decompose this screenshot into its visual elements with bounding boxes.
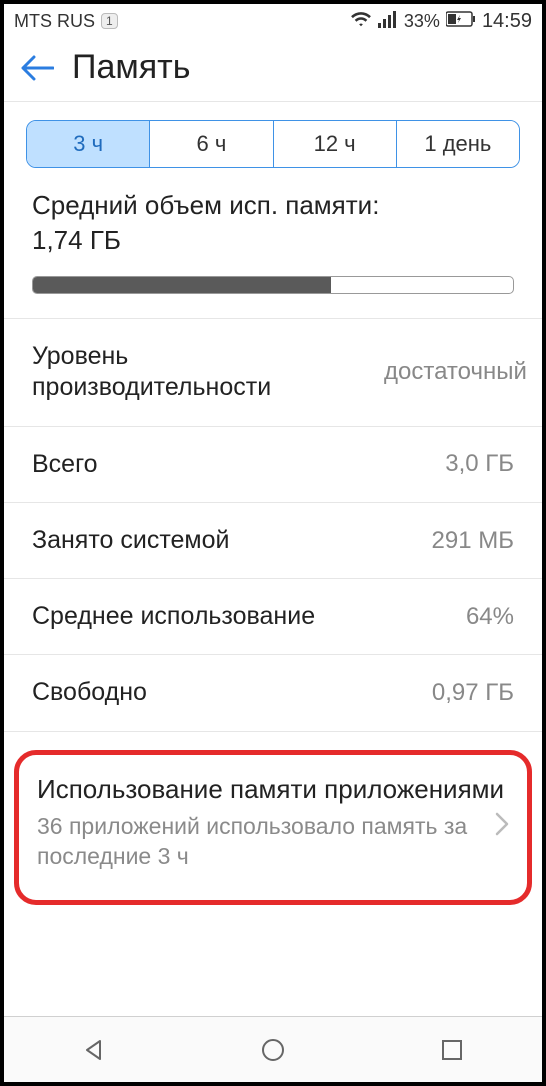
segment-3h[interactable]: 3 ч xyxy=(27,121,150,167)
row-free: Свободно 0,97 ГБ xyxy=(4,654,542,731)
row-value: достаточный xyxy=(384,357,514,387)
row-average: Среднее использование 64% xyxy=(4,578,542,654)
battery-icon xyxy=(446,11,476,32)
memory-summary: Средний объем исп. памяти: 1,74 ГБ xyxy=(4,182,542,304)
row-value: 64% xyxy=(466,602,514,632)
summary-label: Средний объем исп. памяти: xyxy=(32,190,379,220)
nav-home-button[interactable] xyxy=(253,1030,293,1070)
page-header: Память xyxy=(4,36,542,101)
sim-badge: 1 xyxy=(101,13,118,29)
wifi-icon xyxy=(350,10,372,33)
memory-usage-bar-fill xyxy=(33,277,331,293)
row-label: Свободно xyxy=(32,677,147,708)
carrier-label: MTS RUS xyxy=(14,11,95,32)
stats-list: Уровень производительности достаточный В… xyxy=(4,318,542,732)
row-label: Уровень производительности xyxy=(32,341,360,404)
row-value: 291 МБ xyxy=(432,526,514,556)
segment-6h[interactable]: 6 ч xyxy=(150,121,273,167)
chevron-right-icon xyxy=(495,811,509,843)
nav-recent-button[interactable] xyxy=(432,1030,472,1070)
row-performance: Уровень производительности достаточный xyxy=(4,318,542,426)
battery-percent: 33% xyxy=(404,11,440,32)
status-bar: MTS RUS 1 33% 14:59 xyxy=(4,4,542,36)
row-label: Занято системой xyxy=(32,525,229,556)
memory-usage-bar xyxy=(32,276,514,294)
app-memory-usage-subtitle: 36 приложений использовало память за пос… xyxy=(37,812,509,872)
row-system: Занято системой 291 МБ xyxy=(4,502,542,578)
segment-1d[interactable]: 1 день xyxy=(397,121,519,167)
row-total: Всего 3,0 ГБ xyxy=(4,426,542,502)
signal-icon xyxy=(378,10,398,33)
nav-back-button[interactable] xyxy=(74,1030,114,1070)
app-memory-usage-row[interactable]: Использование памяти приложениями 36 при… xyxy=(14,750,532,906)
segment-12h[interactable]: 12 ч xyxy=(274,121,397,167)
row-label: Всего xyxy=(32,449,98,480)
nav-bar xyxy=(4,1016,542,1082)
row-label: Среднее использование xyxy=(32,601,315,632)
time-range-segment: 3 ч 6 ч 12 ч 1 день xyxy=(26,120,520,168)
clock: 14:59 xyxy=(482,10,532,33)
app-memory-usage-title: Использование памяти приложениями xyxy=(37,773,509,807)
row-value: 3,0 ГБ xyxy=(445,449,514,479)
page-title: Память xyxy=(72,48,190,87)
summary-value: 1,74 ГБ xyxy=(32,225,121,255)
row-value: 0,97 ГБ xyxy=(432,678,514,708)
back-arrow-icon[interactable] xyxy=(20,55,54,81)
